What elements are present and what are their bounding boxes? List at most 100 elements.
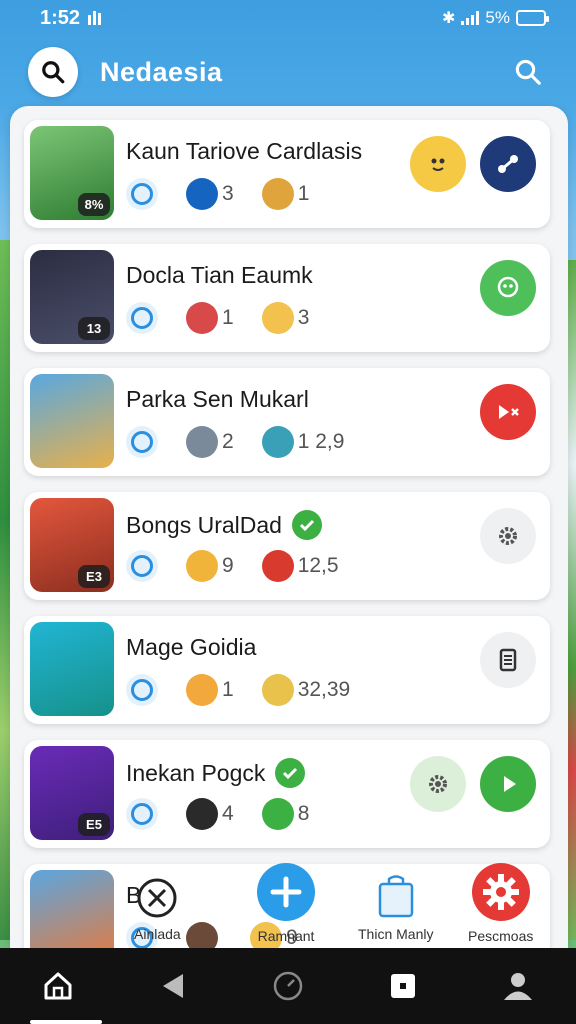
add-action[interactable]: Ramnant	[256, 862, 316, 944]
avatar-icon	[261, 302, 294, 334]
nav-recent[interactable]	[258, 956, 318, 1016]
thumbnail-badge: 13	[78, 317, 110, 340]
face-button[interactable]	[480, 260, 536, 316]
item-actions	[480, 384, 536, 440]
item-title-row: Docla Tian Eaumk	[126, 262, 313, 289]
nav-square[interactable]	[373, 956, 433, 1016]
avatar-icon	[186, 550, 218, 582]
status-bar: 1:52 ✱ 5%	[0, 0, 576, 36]
ring-icon[interactable]	[126, 178, 158, 210]
close-action[interactable]: Ainlada	[134, 876, 181, 942]
item-title: Kaun Tariove Cardlasis	[126, 138, 363, 164]
play-button[interactable]	[480, 756, 536, 812]
app-thumbnail[interactable]	[30, 374, 114, 468]
document-button[interactable]	[480, 632, 536, 688]
item-meta: 1 32,39	[126, 673, 350, 707]
app-thumbnail[interactable]: 13	[30, 250, 114, 344]
app-thumbnail[interactable]	[30, 622, 114, 716]
bag-icon	[378, 875, 413, 918]
app-thumbnail[interactable]: 8%	[30, 126, 114, 220]
stat-two-value: 1	[297, 182, 310, 205]
emoji-face-button[interactable]	[410, 136, 466, 192]
page-title: Nedaesia	[100, 56, 223, 87]
list-item[interactable]: Mage Goidia 1 32,39	[24, 616, 550, 724]
share-icon	[498, 155, 518, 173]
item-title-row: Parka Sen Mukarl	[126, 386, 309, 413]
search-icon	[515, 59, 541, 85]
gear-icon	[429, 775, 447, 793]
close-circle-icon	[137, 878, 177, 918]
item-title: Bongs UralDad	[126, 511, 282, 538]
thumbnail-badge: E5	[78, 813, 110, 836]
ring-icon[interactable]	[126, 798, 158, 830]
stat-one-value: 1	[222, 678, 234, 701]
ring-icon[interactable]	[126, 674, 158, 706]
back-triangle-icon	[162, 974, 183, 998]
stat-two: 12,5	[261, 550, 339, 582]
item-title: Mage Goidia	[126, 634, 257, 660]
avatar-icon	[186, 426, 218, 458]
list-item[interactable]: 8% Kaun Tariove Cardlasis 3 1	[24, 120, 550, 228]
gear-button[interactable]	[410, 756, 466, 812]
verified-check-icon	[291, 510, 322, 540]
content-panel: 8% Kaun Tariove Cardlasis 3 1 13 Docla Tian E…	[10, 106, 568, 948]
item-meta: 9 12,5	[126, 549, 339, 583]
item-actions	[480, 632, 536, 688]
video-close-button[interactable]	[480, 384, 536, 440]
list-item[interactable]: E5 Inekan Pogck 4 8	[24, 740, 550, 848]
stat-two-value: 1 2,9	[297, 430, 345, 453]
item-meta: 13	[126, 301, 309, 335]
item-meta: 2 1 2,9	[126, 425, 344, 459]
settings-action[interactable]: Pescmoas	[468, 862, 533, 944]
app-header: Nedaesia	[0, 44, 576, 100]
stat-one: 1	[186, 302, 234, 334]
stat-two: 1	[261, 178, 310, 210]
stat-one: 1	[186, 674, 234, 706]
signal-icon	[461, 11, 480, 25]
stat-one: 9	[186, 550, 234, 582]
search-button[interactable]	[28, 47, 78, 97]
battery-percent: 5%	[485, 8, 510, 27]
list-item[interactable]: 13 Docla Tian Eaumk 1 3	[24, 244, 550, 352]
ring-icon[interactable]	[126, 426, 158, 458]
home-icon	[44, 972, 72, 1000]
item-title: Parka Sen Mukarl	[126, 386, 309, 412]
nav-back[interactable]	[143, 956, 203, 1016]
stat-two: 3	[261, 302, 309, 334]
stat-one: 4	[186, 798, 234, 830]
app-thumbnail[interactable]: E5	[30, 746, 114, 840]
ring-icon[interactable]	[126, 302, 158, 334]
stat-one-value: 3	[222, 182, 234, 205]
search-button-right[interactable]	[508, 52, 548, 92]
list-item[interactable]: Parka Sen Mukarl 2 1 2,9	[24, 368, 550, 476]
stat-one-value: 4	[222, 802, 234, 825]
battery-icon	[516, 10, 549, 26]
item-actions	[410, 756, 536, 812]
home-indicator	[30, 1020, 102, 1024]
nav-home[interactable]	[28, 956, 88, 1016]
avatar-icon	[186, 178, 218, 210]
bag-action[interactable]: Thicn Manly	[358, 872, 433, 942]
stat-two: 8	[261, 798, 309, 830]
thumbnail-badge: 8%	[78, 193, 110, 216]
ring-icon[interactable]	[126, 550, 158, 582]
app-thumbnail[interactable]: E3	[30, 498, 114, 592]
stat-one-value: 9	[222, 554, 234, 577]
item-title-row: Bongs UralDad	[126, 510, 322, 540]
floating-action-bar: Ainlada Ramnant Thicn Manly Pescmoas	[0, 856, 576, 948]
gear-button[interactable]	[480, 508, 536, 564]
plus-icon	[257, 863, 315, 921]
stat-one: 2	[186, 426, 234, 458]
settings-action-label: Pescmoas	[468, 928, 534, 944]
face-icon	[497, 276, 519, 298]
nav-profile[interactable]	[488, 956, 548, 1016]
list-item[interactable]: E3 Bongs UralDad 9 12,5	[24, 492, 550, 600]
stat-two: 1 2,9	[261, 426, 345, 458]
item-title: Docla Tian Eaumk	[126, 262, 313, 288]
share-button[interactable]	[480, 136, 536, 192]
play-icon	[504, 776, 516, 792]
stat-one-value: 1	[222, 306, 234, 329]
status-time: 1:52	[40, 6, 81, 29]
item-list: 8% Kaun Tariove Cardlasis 3 1 13 Docla Tian E…	[24, 120, 550, 948]
document-icon	[499, 648, 517, 672]
